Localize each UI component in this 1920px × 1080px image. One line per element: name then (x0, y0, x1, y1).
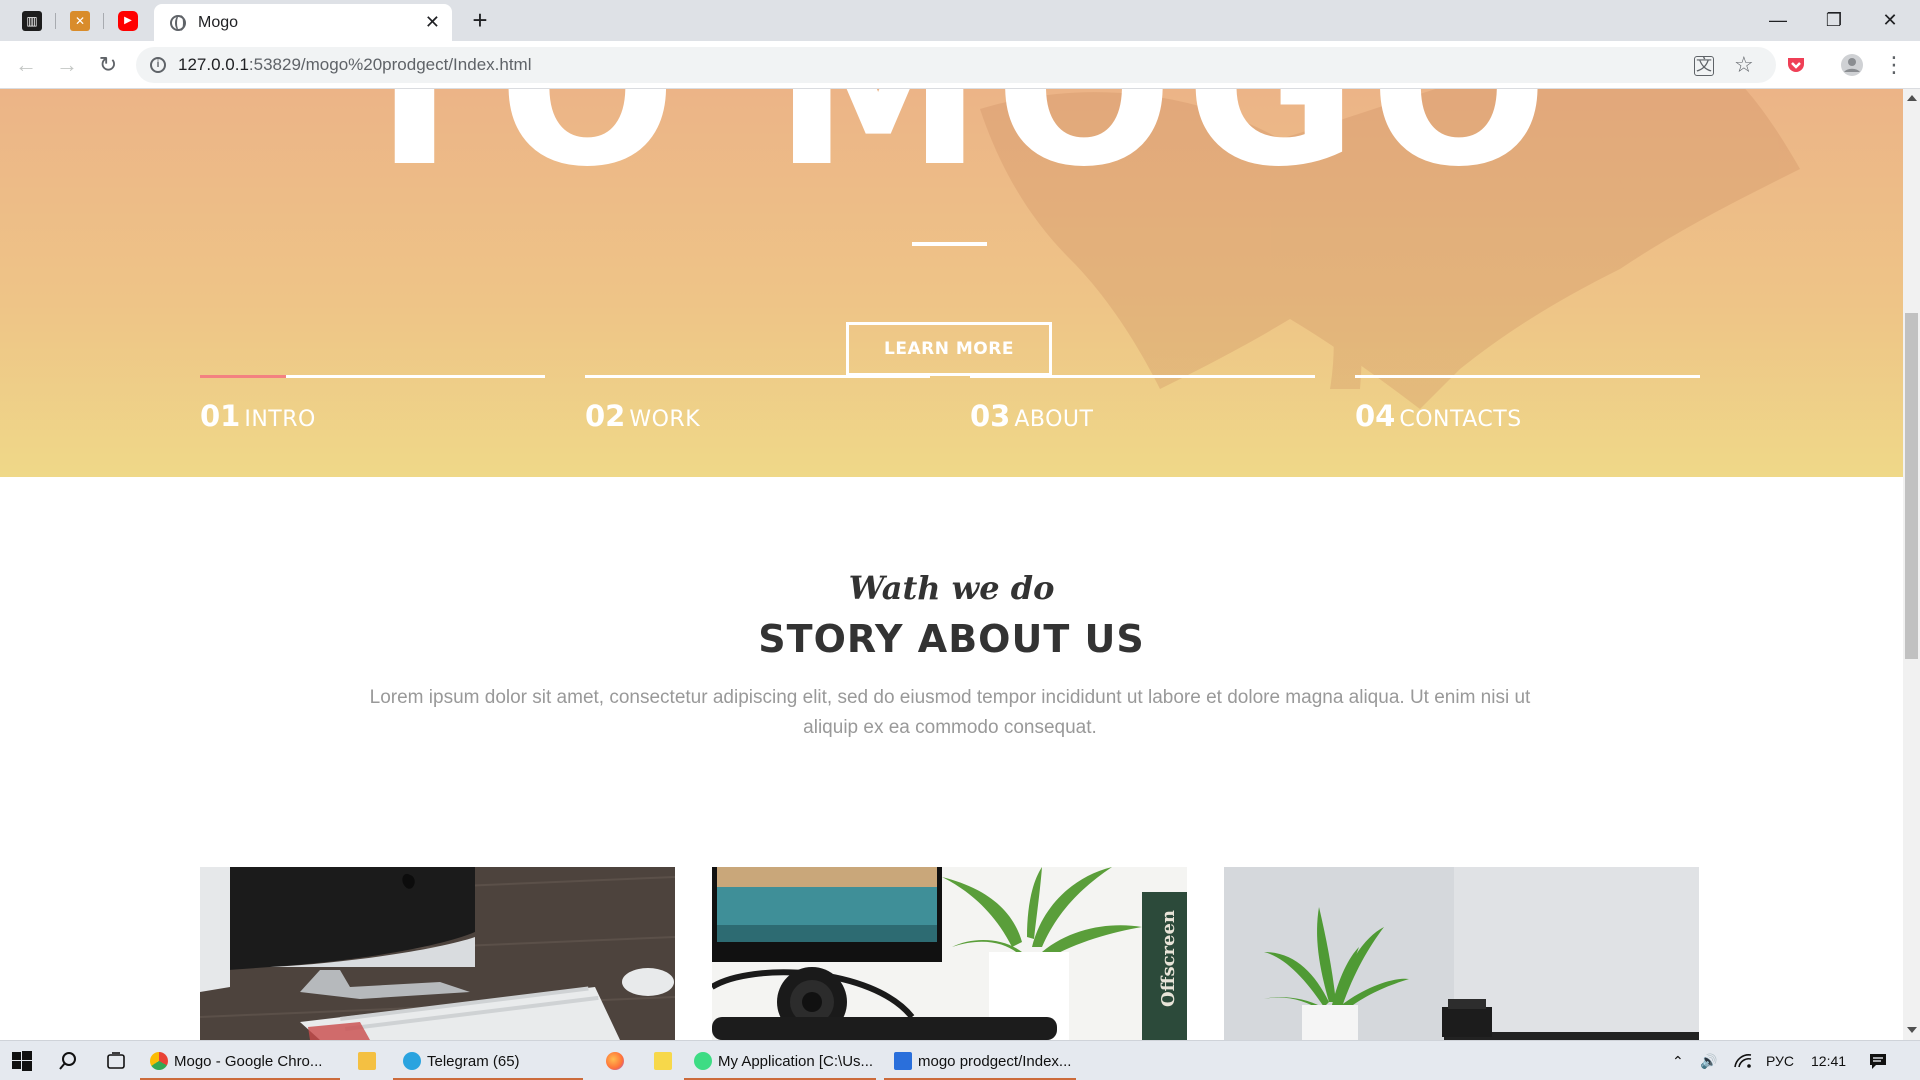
search-icon[interactable] (56, 1049, 80, 1073)
url-host: 127.0.0.1 (178, 55, 249, 74)
plant-camera-photo (1224, 867, 1699, 1040)
slide-label: 02 WORK (585, 399, 700, 433)
service-card-image[interactable] (1224, 867, 1699, 1040)
globe-icon (170, 14, 186, 31)
site-info-icon[interactable]: i (150, 57, 166, 73)
learn-more-button[interactable]: LEARN MORE (846, 322, 1052, 376)
telegram-icon (403, 1052, 421, 1070)
taskbar-app-file-explorer[interactable] (348, 1041, 388, 1080)
slide-progress-track (200, 375, 545, 378)
page-scrollbar[interactable] (1903, 89, 1920, 1040)
youtube-icon: ▶ (118, 10, 138, 31)
taskbar-app-firefox[interactable] (596, 1041, 636, 1080)
desk-computer-keyboard-photo (200, 867, 675, 1040)
hero-divider (912, 242, 987, 246)
slide-label: 03 ABOUT (970, 399, 1093, 433)
taskbar-app-brackets[interactable]: mogo prodgect/Index... (884, 1041, 1076, 1080)
slide-number: 01 (200, 399, 241, 433)
network-icon[interactable] (1734, 1041, 1752, 1080)
taskbar-app-telegram[interactable]: Telegram (65) (393, 1041, 583, 1080)
slide-name: CONTACTS (1399, 407, 1522, 432)
address-bar[interactable]: i 127.0.0.1:53829/mogo%20prodgect/Index.… (136, 47, 1776, 83)
slide-name: INTRO (244, 407, 316, 432)
book-spine-text: Offscreen (1158, 910, 1179, 1007)
taskbar-app-sticky-notes[interactable] (644, 1041, 684, 1080)
browser-menu-icon[interactable]: ⋮ (1882, 52, 1906, 77)
minimize-button[interactable]: — (1750, 0, 1806, 40)
hero-section: TO MOGO LEARN MORE 01 INTRO 02 WORK 03 ABOU… (0, 89, 1903, 477)
new-tab-button[interactable]: + (466, 6, 494, 34)
chrome-icon (150, 1052, 168, 1070)
browser-toolbar: ← → ↻ i 127.0.0.1:53829/mogo%20prodgect/… (0, 41, 1920, 89)
section-title: STORY ABOUT US (758, 617, 1145, 661)
input-language[interactable]: РУС (1766, 1041, 1794, 1080)
sticky-notes-icon (654, 1052, 672, 1070)
slide-name: ABOUT (1014, 407, 1094, 432)
slide-label: 01 INTRO (200, 399, 316, 433)
slide-number: 03 (970, 399, 1011, 433)
service-card-image[interactable]: Offscreen (712, 867, 1187, 1040)
clock[interactable]: 12:41 (1811, 1041, 1846, 1080)
reload-button[interactable]: ↻ (92, 49, 124, 81)
taskbar-app-label: My Application [C:\Us... (718, 1052, 874, 1070)
task-view-icon[interactable] (104, 1049, 128, 1073)
url-text: 127.0.0.1:53829/mogo%20prodgect/Index.ht… (178, 55, 531, 75)
scrollbar-thumb[interactable] (1905, 313, 1918, 659)
taskbar-app-label: mogo prodgect/Index... (918, 1052, 1072, 1070)
slide-progress-fill (200, 375, 287, 378)
taskbar-app-android-studio[interactable]: My Application [C:\Us... (684, 1041, 876, 1080)
headphones-plant-books-photo: Offscreen (712, 867, 1187, 1040)
brackets-icon (894, 1052, 912, 1070)
tab-strip: ▥ ✕ ▶ Mogo ✕ + — ❐ ✕ (0, 0, 1920, 41)
pinned-tab-trello[interactable]: ▥ (8, 5, 56, 36)
tab-mogo[interactable]: Mogo ✕ (154, 4, 452, 41)
back-button[interactable]: ← (10, 49, 42, 81)
scroll-up-arrow-icon[interactable] (1907, 95, 1917, 101)
forward-button[interactable]: → (51, 49, 83, 81)
trello-icon: ▥ (22, 10, 42, 31)
page-viewport: TO MOGO LEARN MORE 01 INTRO 02 WORK 03 ABOU… (0, 89, 1903, 1040)
service-card-image[interactable] (200, 867, 675, 1040)
windows-taskbar: Mogo - Google Chro... Telegram (65) My A… (0, 1040, 1920, 1080)
slide-progress-track (585, 375, 930, 378)
scroll-down-arrow-icon[interactable] (1907, 1027, 1917, 1033)
slide-name: WORK (629, 407, 701, 432)
profile-avatar[interactable] (1840, 53, 1864, 77)
close-window-button[interactable]: ✕ (1862, 0, 1918, 40)
windows-start-icon[interactable] (10, 1049, 34, 1073)
section-subtitle: Wath we do (848, 569, 1055, 607)
taskbar-app-label: Telegram (65) (427, 1052, 520, 1070)
crossed-tools-icon: ✕ (70, 10, 90, 31)
file-explorer-icon (358, 1052, 376, 1070)
volume-icon[interactable]: 🔊 (1700, 1041, 1717, 1080)
slide-number: 02 (585, 399, 626, 433)
hero-title: TO MOGO (342, 89, 1561, 213)
slide-progress-track (970, 375, 1315, 378)
pocket-extension-icon[interactable] (1784, 53, 1808, 77)
tab-title: Mogo (198, 13, 239, 31)
translate-icon[interactable]: 文 (1694, 56, 1714, 76)
close-tab-icon[interactable]: ✕ (425, 13, 440, 31)
notifications-icon[interactable] (1868, 1041, 1888, 1080)
bookmark-star-icon[interactable]: ☆ (1734, 52, 1754, 78)
show-hidden-icons-chevron-icon[interactable]: ⌃ (1672, 1041, 1684, 1080)
restore-button[interactable]: ❐ (1806, 0, 1862, 40)
taskbar-app-chrome[interactable]: Mogo - Google Chro... (140, 1041, 340, 1080)
url-path: :53829/mogo%20prodgect/Index.html (248, 55, 532, 74)
section-description: Lorem ipsum dolor sit amet, consectetur … (369, 687, 1531, 738)
pinned-tab-tools[interactable]: ✕ (56, 5, 104, 36)
slide-label: 04 CONTACTS (1355, 399, 1522, 433)
firefox-icon (606, 1052, 624, 1070)
pinned-tab-youtube[interactable]: ▶ (104, 5, 152, 36)
slide-progress-track (1355, 375, 1700, 378)
slide-number: 04 (1355, 399, 1396, 433)
taskbar-app-label: Mogo - Google Chro... (174, 1052, 323, 1070)
android-studio-icon (694, 1052, 712, 1070)
